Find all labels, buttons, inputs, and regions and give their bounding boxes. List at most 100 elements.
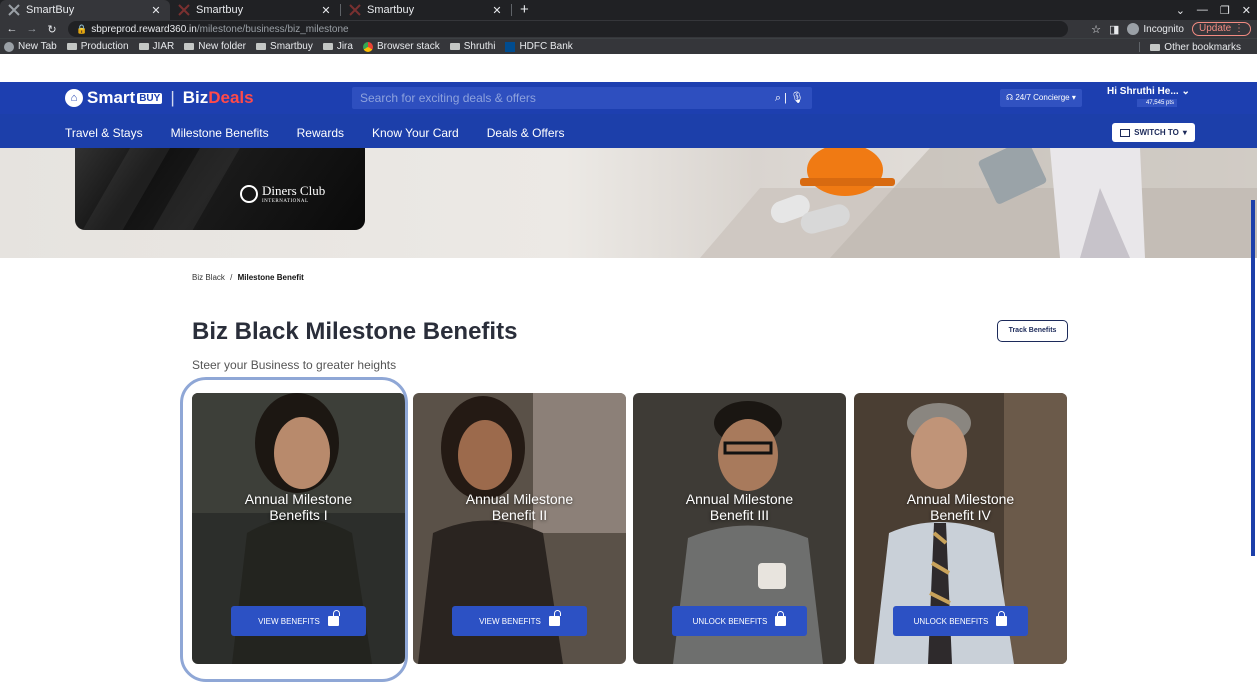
browser-tab[interactable]: Smartbuy ✕ (341, 0, 511, 20)
hero-banner: Diners Club INTERNATIONAL (0, 148, 1257, 258)
close-tab-icon[interactable]: ✕ (320, 4, 332, 17)
back-icon[interactable]: ← (4, 23, 20, 35)
benefit-card[interactable]: Annual Milestone Benefit II VIEW BENEFIT… (413, 393, 626, 664)
update-button[interactable]: Update ⋮ (1191, 22, 1251, 36)
bookmark-folder[interactable]: Smartbuy (256, 41, 313, 52)
smartbuy-logo[interactable]: ⌂ Smart BUY | Biz Deals (65, 88, 254, 108)
bookmark-folder[interactable]: New folder (184, 41, 246, 52)
bookmark-star-icon[interactable]: ☆ (1091, 23, 1101, 36)
benefit-card[interactable]: Annual Milestone Benefit IV UNLOCK BENEF… (854, 393, 1067, 664)
bookmark-label: Smartbuy (270, 41, 313, 52)
bookmark-label: HDFC Bank (519, 41, 573, 52)
card-title-line: Annual Milestone (906, 491, 1015, 507)
close-window-icon[interactable]: ✕ (1242, 4, 1251, 17)
chevron-down-icon: ⌄ (1181, 86, 1190, 97)
other-bookmarks[interactable]: Other bookmarks (1150, 42, 1241, 53)
user-greeting: Hi Shruthi He... (1107, 86, 1179, 97)
tab-search-icon[interactable]: ⌄ (1176, 4, 1185, 17)
user-points: 47,545 pts (1137, 99, 1177, 107)
breadcrumb: Biz Black / Milestone Benefit (192, 273, 304, 282)
nav-deals-offers[interactable]: Deals & Offers (487, 126, 565, 140)
hard-hat-brim (800, 178, 895, 186)
bookmarks-bar: New Tab Production JIAR New folder Smart… (0, 38, 1257, 54)
diners-club-icon (240, 184, 258, 203)
concierge-label: 24/7 Concierge (1015, 93, 1070, 102)
hdfc-icon (505, 41, 516, 52)
unlock-benefits-button[interactable]: UNLOCK BENEFITS (893, 606, 1028, 636)
card-brand-sub: INTERNATIONAL (262, 199, 309, 204)
logo-divider: | (170, 88, 175, 107)
page-title: Biz Black Milestone Benefits (192, 318, 518, 345)
incognito-label: Incognito (1143, 23, 1184, 35)
card-title-line: Annual Milestone (685, 491, 794, 507)
card-title-line: Benefit III (709, 507, 770, 523)
bookmark-new-tab[interactable]: New Tab (4, 41, 57, 52)
forward-icon[interactable]: → (24, 23, 40, 35)
search-input[interactable]: Search for exciting deals & offers ⌕ | 🎙 (352, 87, 812, 109)
benefit-card[interactable]: Annual Milestone Benefit III UNLOCK BENE… (633, 393, 846, 664)
unlock-icon (548, 610, 561, 626)
button-label: UNLOCK BENEFITS (692, 616, 768, 626)
globe-icon (4, 41, 14, 52)
restore-icon[interactable]: ❐ (1220, 4, 1230, 17)
bookmark-folder[interactable]: JIAR (138, 41, 175, 52)
scrollbar[interactable] (1251, 200, 1255, 556)
logo-smart: Smart (87, 88, 136, 107)
button-label: UNLOCK BENEFITS (913, 616, 989, 626)
benefit-cards: Annual Milestone Benefits I VIEW BENEFIT… (192, 393, 1067, 665)
unlock-icon (327, 610, 340, 626)
breadcrumb-parent[interactable]: Biz Black (192, 273, 225, 282)
browser-tab[interactable]: SmartBuy ✕ (0, 0, 170, 20)
switch-icon (1120, 128, 1131, 137)
view-benefits-button[interactable]: VIEW BENEFITS (231, 606, 366, 636)
url-path: /milestone/business/biz_milestone (196, 23, 349, 35)
benefit-card[interactable]: Annual Milestone Benefits I VIEW BENEFIT… (192, 393, 405, 664)
search-placeholder: Search for exciting deals & offers (360, 91, 536, 105)
card-title: Annual Milestone Benefit IV (854, 491, 1067, 523)
view-benefits-button[interactable]: VIEW BENEFITS (452, 606, 587, 636)
url-input[interactable]: 🔒 sbpreprod.reward360.in/milestone/busin… (68, 21, 1068, 37)
nav-know-your-card[interactable]: Know Your Card (372, 126, 459, 140)
incognito-indicator[interactable]: Incognito (1127, 23, 1184, 35)
button-label: VIEW BENEFITS (479, 616, 541, 626)
search-icon[interactable]: ⌕ (775, 92, 781, 104)
nav-rewards[interactable]: Rewards (297, 126, 344, 140)
breadcrumb-current: Milestone Benefit (237, 273, 304, 282)
switch-to-button[interactable]: SWITCH TO ▾ (1112, 123, 1195, 142)
update-label: Update (1198, 23, 1232, 34)
bookmark-hdfc[interactable]: HDFC Bank (505, 41, 573, 52)
minimize-icon[interactable]: — (1197, 4, 1208, 16)
reload-icon[interactable]: ↻ (44, 23, 60, 36)
unlock-benefits-button[interactable]: UNLOCK BENEFITS (672, 606, 807, 636)
bookmark-label: JIAR (152, 41, 175, 52)
new-tab-icon[interactable]: + (520, 0, 536, 20)
nav-milestone-benefits[interactable]: Milestone Benefits (171, 126, 269, 140)
home-icon: ⌂ (65, 89, 83, 107)
tab-separator (511, 4, 512, 16)
card-title-line: Benefits I (269, 507, 328, 523)
bookmark-folder[interactable]: Production (66, 41, 129, 52)
headset-icon: ☊ (1006, 93, 1014, 102)
browserstack-icon (362, 41, 373, 52)
bookmark-folder[interactable]: Shruthi (449, 41, 495, 52)
side-panel-icon[interactable]: ◨ (1109, 23, 1119, 36)
card-title-line: Annual Milestone (465, 491, 574, 507)
tab-title: Smartbuy (367, 4, 415, 16)
close-tab-icon[interactable]: ✕ (150, 4, 162, 17)
bookmark-label: Other bookmarks (1164, 41, 1241, 53)
user-menu[interactable]: Hi Shruthi He... ⌄ 47,545 pts (1107, 86, 1190, 107)
bookmark-separator (1139, 42, 1141, 52)
card-title: Annual Milestone Benefit III (633, 491, 846, 523)
nav-travel-stays[interactable]: Travel & Stays (65, 126, 143, 140)
track-benefits-button[interactable]: Track Benefits (997, 320, 1068, 342)
card-title-line: Annual Milestone (244, 491, 353, 507)
bookmark-browserstack[interactable]: Browser stack (362, 41, 440, 52)
close-tab-icon[interactable]: ✕ (491, 4, 503, 17)
bookmark-folder[interactable]: Jira (322, 41, 353, 52)
folder-icon (138, 43, 149, 50)
browser-tab[interactable]: Smartbuy ✕ (170, 0, 340, 20)
concierge-button[interactable]: ☊ 24/7 Concierge ▾ (1000, 89, 1082, 107)
folder-icon (1150, 43, 1161, 51)
bookmark-label: New folder (198, 41, 247, 52)
microphone-icon[interactable]: 🎙 (790, 92, 804, 104)
